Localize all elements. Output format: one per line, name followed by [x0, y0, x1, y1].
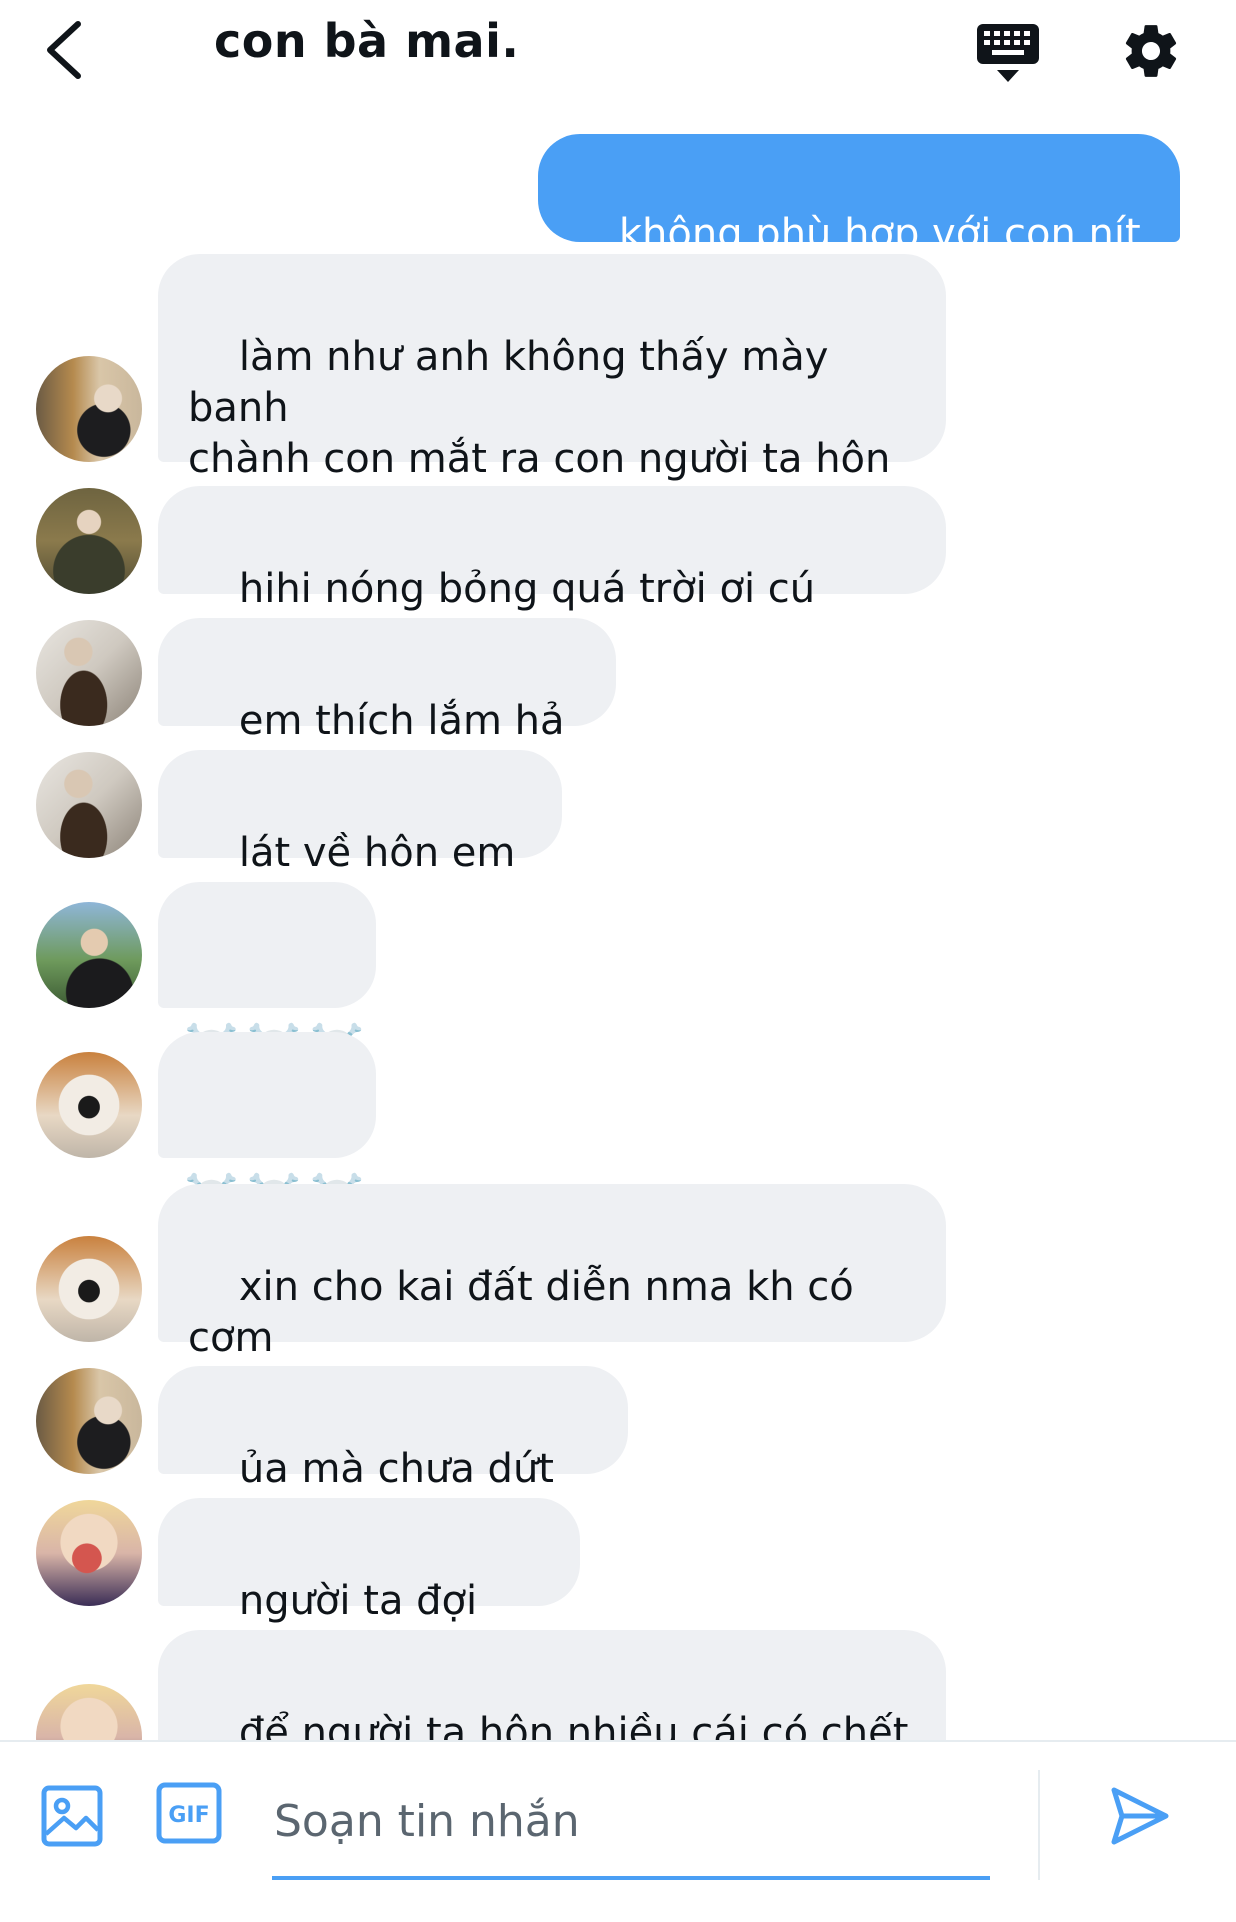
incoming-message[interactable]: để người ta hôn nhiều cái có chết ai đâu [158, 1630, 946, 1740]
gif-label: GIF [168, 1803, 209, 1828]
incoming-message[interactable]: em thích lắm hả bé ? [158, 618, 616, 795]
avatar[interactable] [36, 1368, 142, 1474]
message-text: để người ta hôn nhiều cái có chết ai đâu [238, 1710, 909, 1740]
avatar[interactable] [36, 1500, 142, 1606]
avatar[interactable] [36, 1684, 142, 1740]
avatar[interactable] [36, 488, 142, 594]
divider [1038, 1770, 1040, 1880]
avatar[interactable] [36, 752, 142, 858]
incoming-message[interactable]: hihi nóng bỏng quá trời ơi cú jungwon [158, 486, 946, 663]
incoming-message[interactable]: xin cho kai đất diễn nma kh có cơm tró [158, 1184, 946, 1412]
message-composer: GIF [0, 1740, 1236, 1922]
gear-icon[interactable] [1120, 20, 1182, 82]
outgoing-message[interactable]: không phù hợp với con nít đâu [538, 134, 1180, 308]
chat-header: con bà mai. [0, 0, 1236, 110]
avatar[interactable] [36, 1052, 142, 1158]
incoming-message[interactable]: ☠️☠️☠️ [158, 882, 376, 1073]
send-icon[interactable] [1108, 1784, 1172, 1848]
incoming-message[interactable]: lát về hôn em nhé [158, 750, 562, 927]
incoming-message[interactable]: ủa mà chưa dứt ra hả [158, 1366, 628, 1543]
conversation-title: con bà mai. [214, 14, 520, 68]
chevron-left-icon[interactable] [38, 18, 94, 82]
avatar[interactable] [36, 356, 142, 462]
avatar[interactable] [36, 1236, 142, 1342]
avatar[interactable] [36, 620, 142, 726]
incoming-message[interactable]: người ta đợi lâu rồi [158, 1498, 580, 1675]
incoming-message[interactable]: ☠️☠️☠️ [158, 1032, 376, 1223]
gif-icon[interactable]: GIF [156, 1782, 222, 1844]
compose-message-input[interactable] [272, 1766, 990, 1880]
image-icon[interactable] [40, 1784, 104, 1848]
message-list[interactable]: không phù hợp với con nít đâu làm như an… [0, 110, 1236, 1740]
keyboard-icon[interactable] [975, 22, 1041, 84]
incoming-message[interactable]: làm như anh không thấy mày banh chành co… [158, 254, 946, 533]
avatar[interactable] [36, 902, 142, 1008]
